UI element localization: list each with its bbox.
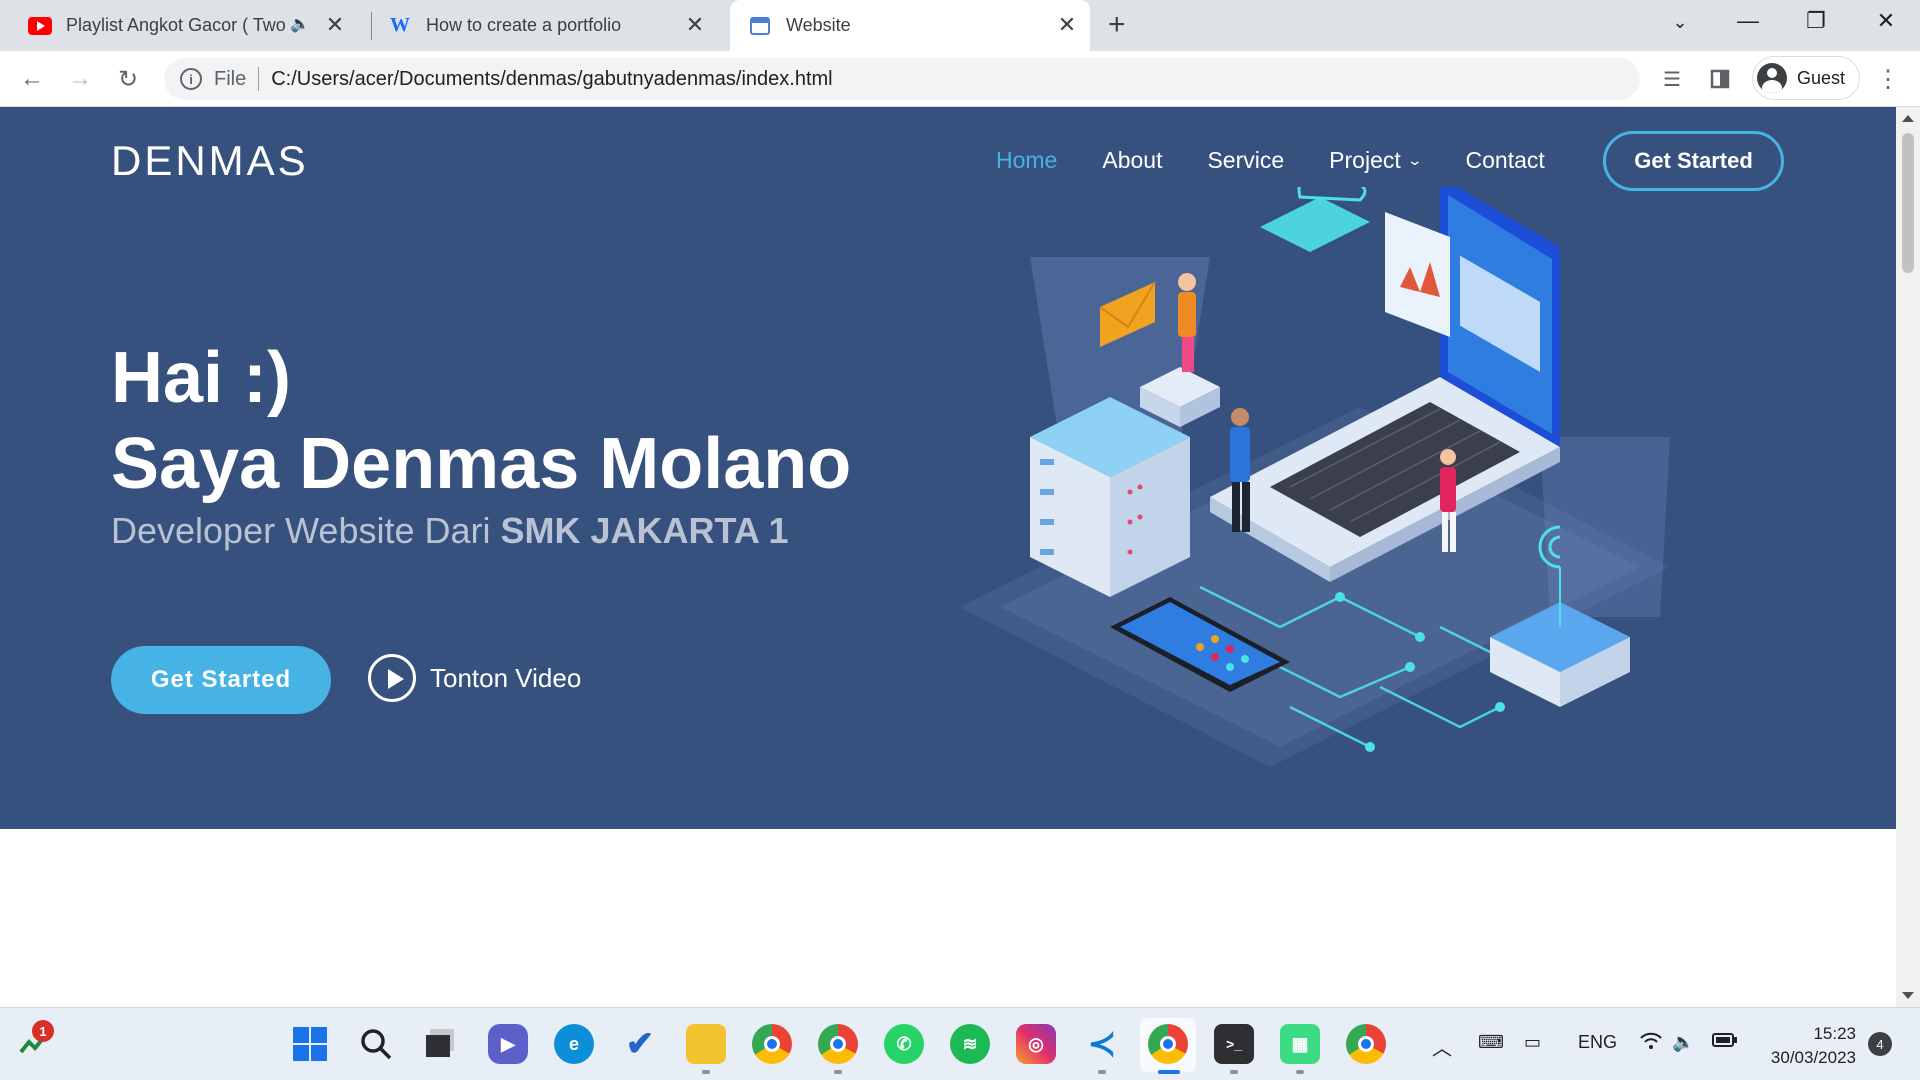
window-close-icon[interactable]: ✕ [1866,8,1906,34]
menu-kebab-icon[interactable]: ⋮ [1872,63,1904,95]
watch-video-link[interactable]: Tonton Video [368,654,581,702]
url-scheme: File [214,67,247,90]
windows-taskbar: 1 ▶ e ✔ ✆ ≋ ◎ ≺ >_ ▦ ︿ ⌨ ▭ ENG 🔈 15:23 3… [0,1007,1920,1080]
notification-badge: 1 [32,1020,54,1042]
minimize-icon[interactable]: — [1728,8,1768,34]
tray-overflow-icon[interactable]: ︿ [1432,1032,1452,1061]
address-bar[interactable]: i File C:/Users/acer/Documents/denmas/ga… [164,58,1640,100]
clock-date: 30/03/2023 [1770,1048,1856,1067]
spotify-icon[interactable]: ≋ [950,1024,990,1064]
avatar-icon [1757,63,1787,93]
nav-home[interactable]: Home [996,147,1057,174]
start-icon[interactable] [290,1024,330,1064]
reload-icon[interactable]: ↻ [112,63,144,95]
todo-icon[interactable]: ✔ [620,1024,660,1064]
tab-strip: Playlist Angkot Gacor ( Two V 🔈 ✕ W How … [0,0,1920,51]
play-icon [368,654,416,702]
hero-section: DENMAS Home About Service Project ⌄ Conta… [0,107,1896,829]
hero-headline: Hai :) Saya Denmas Molano [111,335,851,507]
nav-service[interactable]: Service [1207,147,1284,174]
site-logo[interactable]: DENMAS [111,137,309,185]
running-indicator [1098,1070,1106,1074]
hero-illustration [960,187,1670,767]
nav-get-started-button[interactable]: Get Started [1603,131,1784,191]
browser-toolbar: ← → ↻ i File C:/Users/acer/Documents/den… [0,51,1920,107]
tab-portfolio[interactable]: W How to create a portfolio ✕ [388,0,718,51]
running-indicator [1296,1070,1304,1074]
volume-icon[interactable]: 🔈 [1672,1032,1694,1053]
nav-contact[interactable]: Contact [1466,147,1545,174]
android-studio-icon[interactable]: ▦ [1280,1024,1320,1064]
side-panel-icon[interactable] [1704,63,1736,95]
running-indicator [1230,1070,1238,1074]
forward-icon[interactable]: → [64,63,96,95]
nav-project[interactable]: Project ⌄ [1329,147,1423,174]
task-view-icon[interactable] [420,1024,460,1064]
chrome-icon[interactable] [752,1024,792,1064]
clock[interactable]: 15:23 30/03/2023 [1756,1022,1856,1070]
instagram-icon[interactable]: ◎ [1016,1024,1056,1064]
new-tab-icon[interactable]: + [1108,8,1126,42]
display-icon[interactable]: ▭ [1524,1032,1541,1053]
close-tab-icon[interactable]: ✕ [684,14,706,36]
nav-about[interactable]: About [1102,147,1162,174]
page-scrollbar[interactable] [1896,107,1920,1007]
notification-count-badge[interactable]: 4 [1868,1032,1892,1056]
omnibox-divider [258,67,260,91]
whatsapp-icon[interactable]: ✆ [884,1024,924,1064]
active-indicator [1158,1070,1180,1074]
hero-subtitle: Developer Website Dari SMK JAKARTA 1 [111,510,789,552]
search-icon[interactable] [356,1024,396,1064]
hero-get-started-button[interactable]: Get Started [111,646,331,714]
hero-subtitle-prefix: Developer Website Dari [111,510,501,551]
reading-list-icon[interactable]: ☰ [1656,63,1688,95]
tab-youtube[interactable]: Playlist Angkot Gacor ( Two V 🔈 ✕ [28,0,358,51]
edge-icon[interactable]: e [554,1024,594,1064]
clock-time: 15:23 [1813,1024,1856,1043]
wix-icon: W [390,14,410,36]
meet-icon[interactable]: ▶ [488,1024,528,1064]
chevron-down-icon: ⌄ [1406,152,1423,168]
running-indicator [702,1070,710,1074]
tab-title: How to create a portfolio [426,15,622,35]
tab-website[interactable]: Website ✕ [730,0,1090,51]
back-icon[interactable]: ← [16,63,48,95]
site-info-icon[interactable]: i [180,68,202,90]
language-indicator[interactable]: ENG [1578,1032,1617,1053]
keyboard-icon[interactable]: ⌨ [1478,1032,1504,1053]
restore-icon[interactable]: ❐ [1796,8,1836,34]
scrollbar-thumb[interactable] [1902,133,1914,273]
hero-line-1: Hai :) [111,338,291,418]
running-indicator [834,1070,842,1074]
youtube-icon [28,14,52,38]
site-nav: Home About Service Project ⌄ Contact [996,147,1590,174]
close-tab-icon[interactable]: ✕ [324,14,346,36]
file-explorer-icon[interactable] [686,1024,726,1064]
nav-project-label: Project [1329,147,1401,173]
tab-title: Website [786,15,851,35]
watch-video-label: Tonton Video [430,662,582,693]
wifi-icon[interactable] [1640,1032,1662,1055]
profile-button[interactable]: Guest [1752,56,1860,100]
battery-icon[interactable] [1712,1032,1738,1053]
tab-title: Playlist Angkot Gacor ( Two V [66,15,286,35]
terminal-icon[interactable]: >_ [1214,1024,1254,1064]
scroll-up-arrow-icon[interactable] [1902,115,1914,122]
scroll-down-arrow-icon[interactable] [1902,992,1914,999]
tab-divider [371,12,372,40]
hero-subtitle-school: SMK JAKARTA 1 [500,510,789,551]
page-icon [748,14,772,38]
hero-line-2: Saya Denmas Molano [111,424,852,504]
website-viewport: DENMAS Home About Service Project ⌄ Conta… [0,107,1896,1007]
chrome-icon-2[interactable] [1346,1024,1386,1064]
speaker-icon[interactable]: 🔈 [290,14,310,34]
chrome-profile-icon[interactable] [818,1024,858,1064]
chrome-active-icon[interactable] [1148,1024,1188,1064]
url-text[interactable]: C:/Users/acer/Documents/denmas/gabutnyad… [271,68,832,91]
vscode-icon[interactable]: ≺ [1082,1024,1122,1064]
profile-label: Guest [1797,67,1846,88]
close-tab-icon[interactable]: ✕ [1056,14,1078,36]
tab-search-icon[interactable]: ⌄ [1660,12,1700,33]
